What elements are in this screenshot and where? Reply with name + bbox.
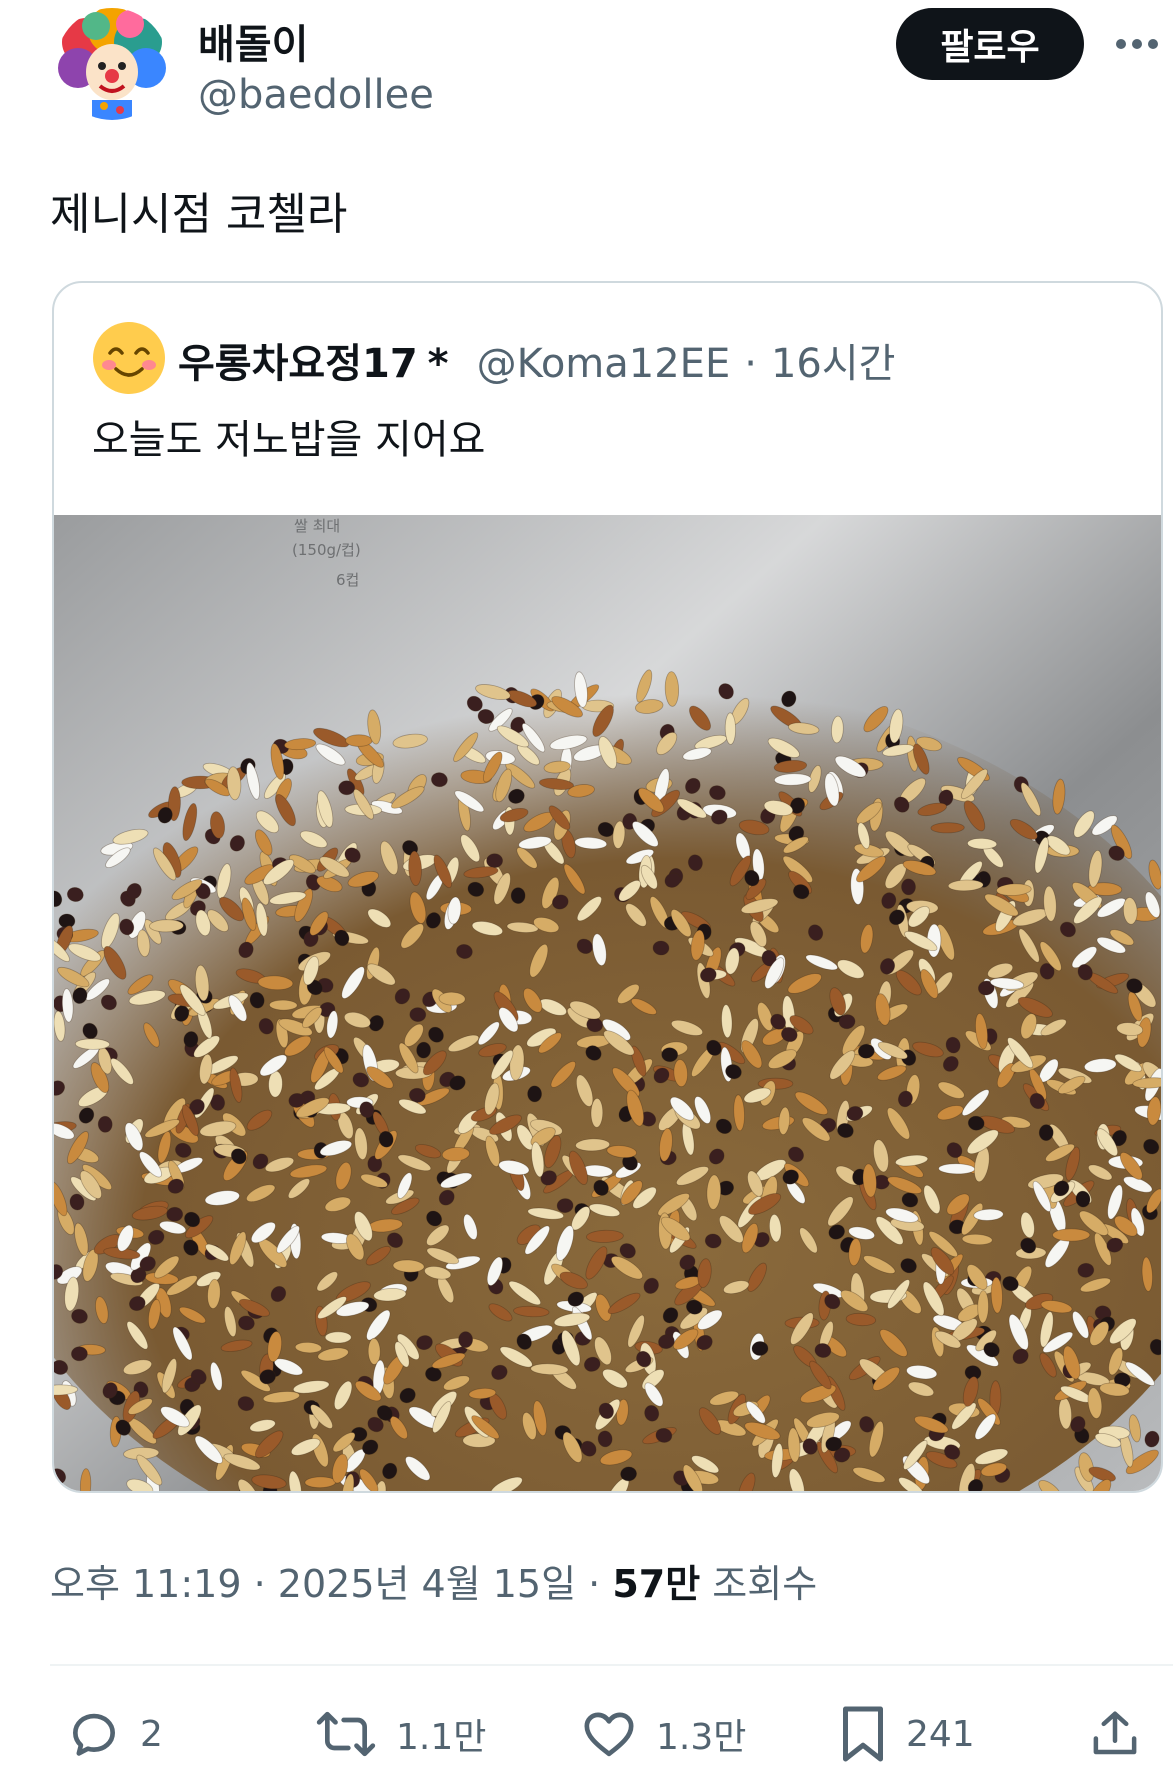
views-count: 57만 (612, 1562, 701, 1606)
grain (149, 919, 184, 933)
quoted-post-image[interactable]: 쌀 최대 (150g/컵) 6컵 (54, 515, 1161, 1491)
grain (901, 878, 916, 896)
meta-separator: · (253, 1562, 266, 1606)
more-options-button[interactable] (1112, 22, 1162, 66)
repost-count: 1.1만 (396, 1717, 487, 1758)
post-meta-line: 오후 11:19 · 2025년 4월 15일 · 57만 조회수 (50, 1553, 817, 1608)
clown-avatar-icon (56, 8, 168, 120)
more-horizontal-icon (1116, 39, 1158, 49)
pot-marking-text: (150g/컵) (292, 541, 361, 559)
share-icon (1093, 1711, 1137, 1755)
pot-marking-text: 6컵 (336, 571, 359, 589)
post-date[interactable]: 2025년 4월 15일 (278, 1562, 576, 1606)
reply-button[interactable]: 2 (66, 1702, 163, 1766)
repost-button[interactable]: 1.1만 (314, 1702, 486, 1766)
grain (304, 1476, 337, 1489)
grain (751, 1341, 769, 1356)
post-text: 제니시점 코첼라 (50, 189, 348, 240)
quoted-post-text: 오늘도 저노밥을 지어요 (92, 417, 486, 463)
pot-marking-text: 쌀 최대 (294, 517, 340, 535)
bookmark-button[interactable]: 241 (838, 1702, 975, 1766)
quoted-author-badge: * (427, 341, 449, 387)
grain (71, 1346, 88, 1362)
views-label: 조회수 (712, 1562, 818, 1606)
bookmark-icon (843, 1706, 883, 1762)
like-count: 1.3만 (656, 1717, 747, 1758)
bookmark-count: 241 (906, 1713, 975, 1755)
grain (527, 1085, 543, 1103)
grain (938, 1163, 976, 1175)
grain (1052, 1228, 1091, 1242)
grain (1038, 1124, 1054, 1141)
grain (324, 1331, 352, 1344)
author-handle[interactable]: @baedollee (198, 72, 434, 118)
share-button[interactable] (1088, 1702, 1142, 1766)
quoted-separator: · (744, 341, 757, 387)
reply-icon (73, 1713, 115, 1756)
grain (269, 999, 298, 1011)
quoted-author-name[interactable]: 우롱차요정17 (178, 331, 418, 389)
post-time[interactable]: 오후 11:19 (50, 1562, 242, 1606)
author-avatar[interactable] (56, 8, 168, 120)
heart-icon (584, 1712, 634, 1757)
smiling-face-avatar-icon (93, 322, 165, 394)
like-button[interactable]: 1.3만 (580, 1702, 746, 1766)
grain (930, 822, 965, 834)
repost-icon (316, 1711, 376, 1757)
quoted-post-header: 우롱차요정17 * @Koma12EE · 16시간 (178, 331, 895, 389)
grain (458, 1331, 474, 1348)
quoted-author-handle[interactable]: @Koma12EE (477, 341, 731, 387)
meta-separator: · (588, 1562, 601, 1606)
reply-count: 2 (140, 1713, 163, 1755)
grain (97, 1115, 113, 1133)
author-display-name[interactable]: 배돌이 (198, 12, 308, 70)
grain (486, 853, 504, 869)
quoted-post-card[interactable]: 우롱차요정17 * @Koma12EE · 16시간 오늘도 저노밥을 지어요 … (52, 281, 1163, 1493)
grain (977, 1290, 989, 1324)
follow-button[interactable]: 팔로우 (896, 8, 1084, 80)
divider (50, 1664, 1173, 1666)
grain (338, 780, 356, 796)
quoted-post-time[interactable]: 16시간 (771, 331, 896, 389)
grain (345, 734, 373, 747)
grain (74, 1038, 111, 1050)
grain (510, 887, 526, 904)
grain (166, 1206, 184, 1222)
